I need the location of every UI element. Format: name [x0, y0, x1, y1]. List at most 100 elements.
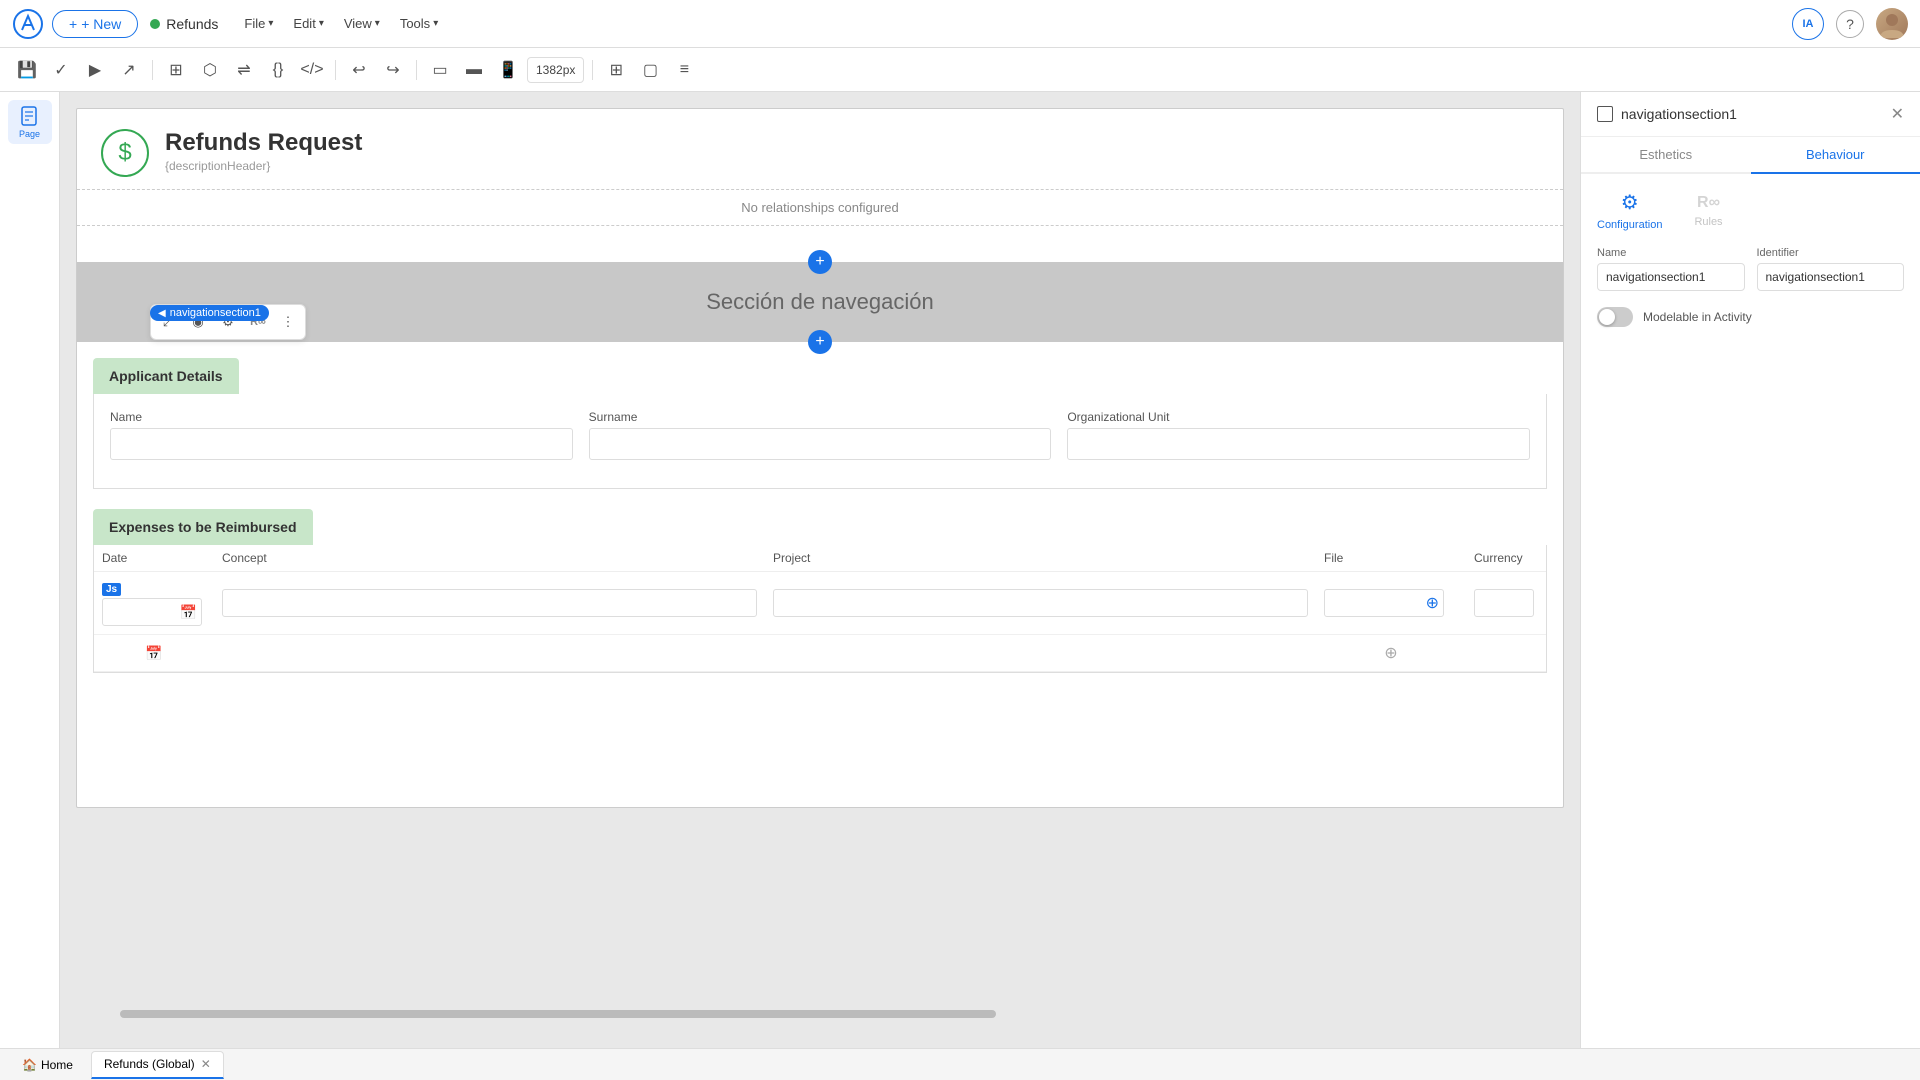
rules-button[interactable]: R∞ Rules — [1694, 194, 1722, 228]
project-cell — [765, 585, 1316, 621]
concept-input[interactable] — [222, 589, 757, 617]
new-button[interactable]: + + New — [52, 10, 138, 38]
logic-button[interactable]: {} — [263, 55, 293, 85]
view-menu[interactable]: View ▾ — [334, 10, 390, 37]
tools-menu[interactable]: Tools ▾ — [390, 10, 448, 37]
file-menu[interactable]: File ▾ — [234, 10, 283, 37]
more-icon[interactable]: ⋮ — [275, 309, 301, 335]
empty-date-cell: 📅 — [94, 641, 214, 666]
page-sidebar-item[interactable]: Page — [8, 100, 52, 144]
form-desc: {descriptionHeader} — [165, 159, 362, 173]
modelable-label: Modelable in Activity — [1643, 310, 1752, 324]
chevron-icon: ▾ — [268, 18, 273, 29]
concept-col-header: Concept — [214, 545, 765, 571]
configuration-button[interactable]: ⚙ Configuration — [1597, 190, 1662, 231]
app-logo[interactable] — [12, 8, 44, 40]
new-button-label: + New — [81, 16, 121, 32]
file-col-header: File — [1316, 545, 1466, 571]
surname-field-group: Surname — [589, 410, 1052, 460]
px-display: 1382px — [527, 57, 584, 83]
empty-currency-cell — [1466, 649, 1546, 657]
calendar-icon[interactable]: 📅 — [145, 645, 162, 662]
project-col-header: Project — [765, 545, 1316, 571]
desktop-view-button[interactable]: ▭ — [425, 55, 455, 85]
chevron-icon: ▾ — [433, 18, 438, 29]
date-cell: Js 📅 — [94, 576, 214, 630]
name-label: Name — [110, 410, 573, 424]
expenses-section: Expenses to be Reimbursed Date Concept P… — [93, 509, 1547, 673]
toggle-knob — [1599, 309, 1615, 325]
applicant-section-header: Applicant Details — [93, 358, 239, 394]
applicant-section-body: Name Surname Organizational Unit — [93, 394, 1547, 489]
refunds-global-tab[interactable]: Refunds (Global) ✕ — [91, 1051, 224, 1079]
name-field-input[interactable] — [1597, 263, 1745, 291]
edit-menu[interactable]: Edit ▾ — [283, 10, 333, 37]
applicant-details-section: Applicant Details Name Surname Organizat… — [93, 358, 1547, 489]
home-tab[interactable]: 🏠 Home — [12, 1051, 83, 1079]
section-label-badge[interactable]: ◀ navigationsection1 — [150, 305, 269, 321]
upload-icon[interactable]: ⊕ — [1380, 643, 1401, 663]
tab-esthetics[interactable]: Esthetics — [1581, 137, 1751, 172]
calendar-icon[interactable]: 📅 — [180, 604, 197, 621]
horizontal-scrollbar[interactable] — [120, 1010, 1580, 1018]
table-row: 📅 ⊕ — [94, 635, 1546, 672]
add-below-button[interactable]: + — [808, 330, 832, 354]
upload-icon[interactable]: ⊕ — [1422, 593, 1443, 613]
help-button[interactable]: ? — [1836, 10, 1864, 38]
file-input[interactable] — [1325, 596, 1422, 610]
status-dot — [150, 19, 160, 29]
check-button[interactable]: ✓ — [46, 55, 76, 85]
separator — [152, 60, 153, 80]
org-unit-input[interactable] — [1067, 428, 1530, 460]
form-title: Refunds Request — [165, 129, 362, 157]
panel-header: navigationsection1 ✕ — [1581, 92, 1920, 137]
right-panel: navigationsection1 ✕ Esthetics Behaviour… — [1580, 92, 1920, 1048]
undo-button[interactable]: ↩ — [344, 55, 374, 85]
tab-close-icon[interactable]: ✕ — [201, 1057, 211, 1071]
save-button[interactable]: 💾 — [12, 55, 42, 85]
separator — [592, 60, 593, 80]
form-icon: $ — [101, 129, 149, 177]
page-sidebar-label: Page — [19, 129, 40, 139]
close-panel-button[interactable]: ✕ — [1891, 104, 1904, 124]
date-input[interactable] — [107, 605, 180, 619]
mobile-view-button[interactable]: 📱 — [493, 55, 523, 85]
grid-button[interactable]: ⊞ — [601, 55, 631, 85]
components-button[interactable]: ⊞ — [161, 55, 191, 85]
name-identifier-fields: Name Identifier — [1597, 247, 1904, 291]
identifier-field-input[interactable] — [1757, 263, 1905, 291]
main-toolbar: 💾 ✓ ▶ ↗ ⊞ ⬡ ⇌ {} </> ↩ ↪ ▭ ▬ 📱 1382px ⊞ … — [0, 48, 1920, 92]
modelable-toggle[interactable] — [1597, 307, 1633, 327]
date-col-header: Date — [94, 545, 214, 571]
code-button[interactable]: </> — [297, 55, 327, 85]
separator — [416, 60, 417, 80]
surname-input[interactable] — [589, 428, 1052, 460]
home-label: Home — [41, 1058, 73, 1072]
top-navigation: + + New Refunds File ▾ Edit ▾ View ▾ Too… — [0, 0, 1920, 48]
file-cell: ⊕ — [1316, 585, 1466, 621]
config-label: Configuration — [1597, 219, 1662, 231]
document-name: Refunds — [150, 16, 218, 32]
split-view-button[interactable]: ▬ — [459, 55, 489, 85]
name-field-label: Name — [1597, 247, 1745, 259]
user-avatar[interactable] — [1876, 8, 1908, 40]
data-button[interactable]: ⇌ — [229, 55, 259, 85]
redo-button[interactable]: ↪ — [378, 55, 408, 85]
add-above-button[interactable]: + — [808, 250, 832, 274]
run-button[interactable]: ▶ — [80, 55, 110, 85]
panel-title-text: navigationsection1 — [1621, 106, 1737, 122]
chevron-icon: ▾ — [319, 18, 324, 29]
sliders-button[interactable]: ≡ — [669, 55, 699, 85]
tab-behaviour[interactable]: Behaviour — [1751, 137, 1920, 174]
window-button[interactable]: ▢ — [635, 55, 665, 85]
project-input[interactable] — [773, 589, 1308, 617]
currency-input[interactable] — [1474, 589, 1534, 617]
layers-button[interactable]: ⬡ — [195, 55, 225, 85]
export-button[interactable]: ↗ — [114, 55, 144, 85]
expenses-section-header: Expenses to be Reimbursed — [93, 509, 313, 545]
canvas-area[interactable]: $ Refunds Request {descriptionHeader} No… — [60, 92, 1580, 1048]
ia-badge: IA — [1792, 8, 1824, 40]
name-input[interactable] — [110, 428, 573, 460]
modelable-toggle-row: Modelable in Activity — [1597, 307, 1904, 327]
org-unit-field-group: Organizational Unit — [1067, 410, 1530, 460]
